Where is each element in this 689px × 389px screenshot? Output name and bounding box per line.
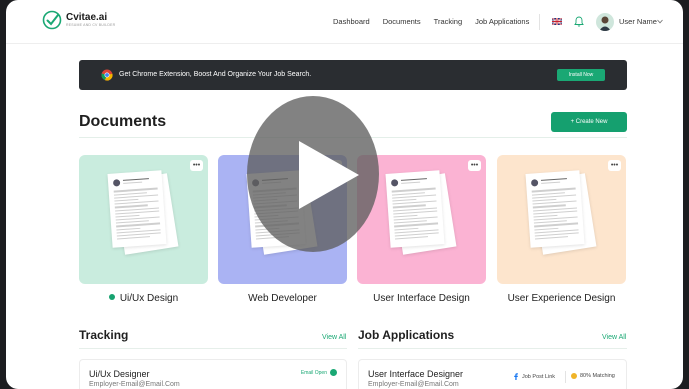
document-card-title: User Interface Design: [373, 293, 470, 304]
nav-job-applications[interactable]: Job Applications: [475, 17, 529, 26]
document-card[interactable]: •••: [497, 155, 626, 284]
tracking-view-all-link[interactable]: View All: [322, 334, 346, 341]
card-more-options-icon[interactable]: •••: [190, 160, 203, 171]
banner-text: Get Chrome Extension, Boost And Organize…: [119, 71, 312, 78]
document-card-label[interactable]: User Experience Design: [497, 293, 626, 304]
badge-divider: [565, 371, 566, 383]
play-icon: [299, 141, 359, 209]
resume-preview: [525, 170, 585, 248]
card-more-options-icon[interactable]: •••: [468, 160, 481, 171]
chevron-down-icon[interactable]: [657, 19, 663, 24]
job-applications-divider: [358, 348, 627, 349]
job-applications-title: Job Applications: [358, 328, 455, 342]
email-open-icon: [330, 369, 337, 376]
document-card-label[interactable]: Ui/Ux Design: [79, 293, 208, 304]
match-badge: 80% Matching: [571, 373, 615, 379]
video-play-button[interactable]: [247, 96, 379, 252]
nav-tracking[interactable]: Tracking: [434, 17, 462, 26]
card-more-options-icon[interactable]: •••: [608, 160, 621, 171]
email-status-text: Email Open: [300, 369, 327, 376]
document-card-title: Web Developer: [248, 293, 317, 304]
nav-divider: [539, 14, 540, 30]
nav-dashboard[interactable]: Dashboard: [333, 17, 370, 26]
job-application-title: User Interface Designer: [368, 369, 464, 379]
match-icon: [571, 373, 577, 379]
user-avatar[interactable]: [596, 13, 614, 31]
user-name[interactable]: User Name: [619, 17, 657, 26]
resume-preview: [107, 170, 167, 248]
extension-banner: Get Chrome Extension, Boost And Organize…: [79, 60, 627, 90]
chrome-icon: [101, 69, 113, 81]
job-applications-view-all-link[interactable]: View All: [602, 334, 626, 341]
create-new-button[interactable]: + Create New: [551, 112, 627, 132]
documents-title: Documents: [79, 113, 167, 130]
facebook-icon: [514, 373, 518, 380]
document-card-title: User Experience Design: [507, 293, 616, 304]
job-application-email: Employer-Email@Email.Com: [368, 381, 459, 388]
top-header: Cvitae.ai RESUME AND CV BUILDER Dashboar…: [6, 0, 683, 44]
notification-bell-icon[interactable]: [574, 16, 584, 27]
logo-check-icon: [42, 10, 62, 30]
document-card-title: Ui/Ux Design: [119, 293, 179, 304]
tracking-item[interactable]: Ui/Ux Designer Employer-Email@Email.Com …: [79, 359, 347, 389]
job-application-item[interactable]: User Interface Designer Employer-Email@E…: [358, 359, 627, 389]
brand-logo[interactable]: Cvitae.ai RESUME AND CV BUILDER: [42, 10, 115, 30]
resume-preview: [385, 170, 445, 248]
uk-flag-icon[interactable]: [552, 18, 562, 25]
tracking-item-email: Employer-Email@Email.Com: [89, 381, 180, 388]
document-card[interactable]: •••: [79, 155, 208, 284]
document-card-label[interactable]: Web Developer: [218, 293, 347, 304]
tracking-item-title: Ui/Ux Designer: [89, 369, 150, 379]
nav-documents[interactable]: Documents: [383, 17, 421, 26]
email-status-badge: Email Open: [301, 369, 337, 376]
job-post-link-badge[interactable]: Job Post Link: [513, 373, 555, 380]
tracking-title: Tracking: [79, 328, 129, 342]
app-window: Cvitae.ai RESUME AND CV BUILDER Dashboar…: [6, 0, 683, 389]
tracking-divider: [79, 348, 347, 349]
install-now-button[interactable]: Install Now: [557, 69, 605, 81]
job-post-link-text: Job Post Link: [522, 373, 556, 380]
brand-name: Cvitae.ai: [66, 12, 108, 23]
document-card-label[interactable]: User Interface Design: [357, 293, 486, 304]
main-nav: Dashboard Documents Tracking Job Applica…: [333, 17, 529, 26]
active-status-icon: [108, 294, 115, 300]
match-text: 80% Matching: [580, 373, 615, 379]
brand-tagline: RESUME AND CV BUILDER: [66, 23, 116, 27]
